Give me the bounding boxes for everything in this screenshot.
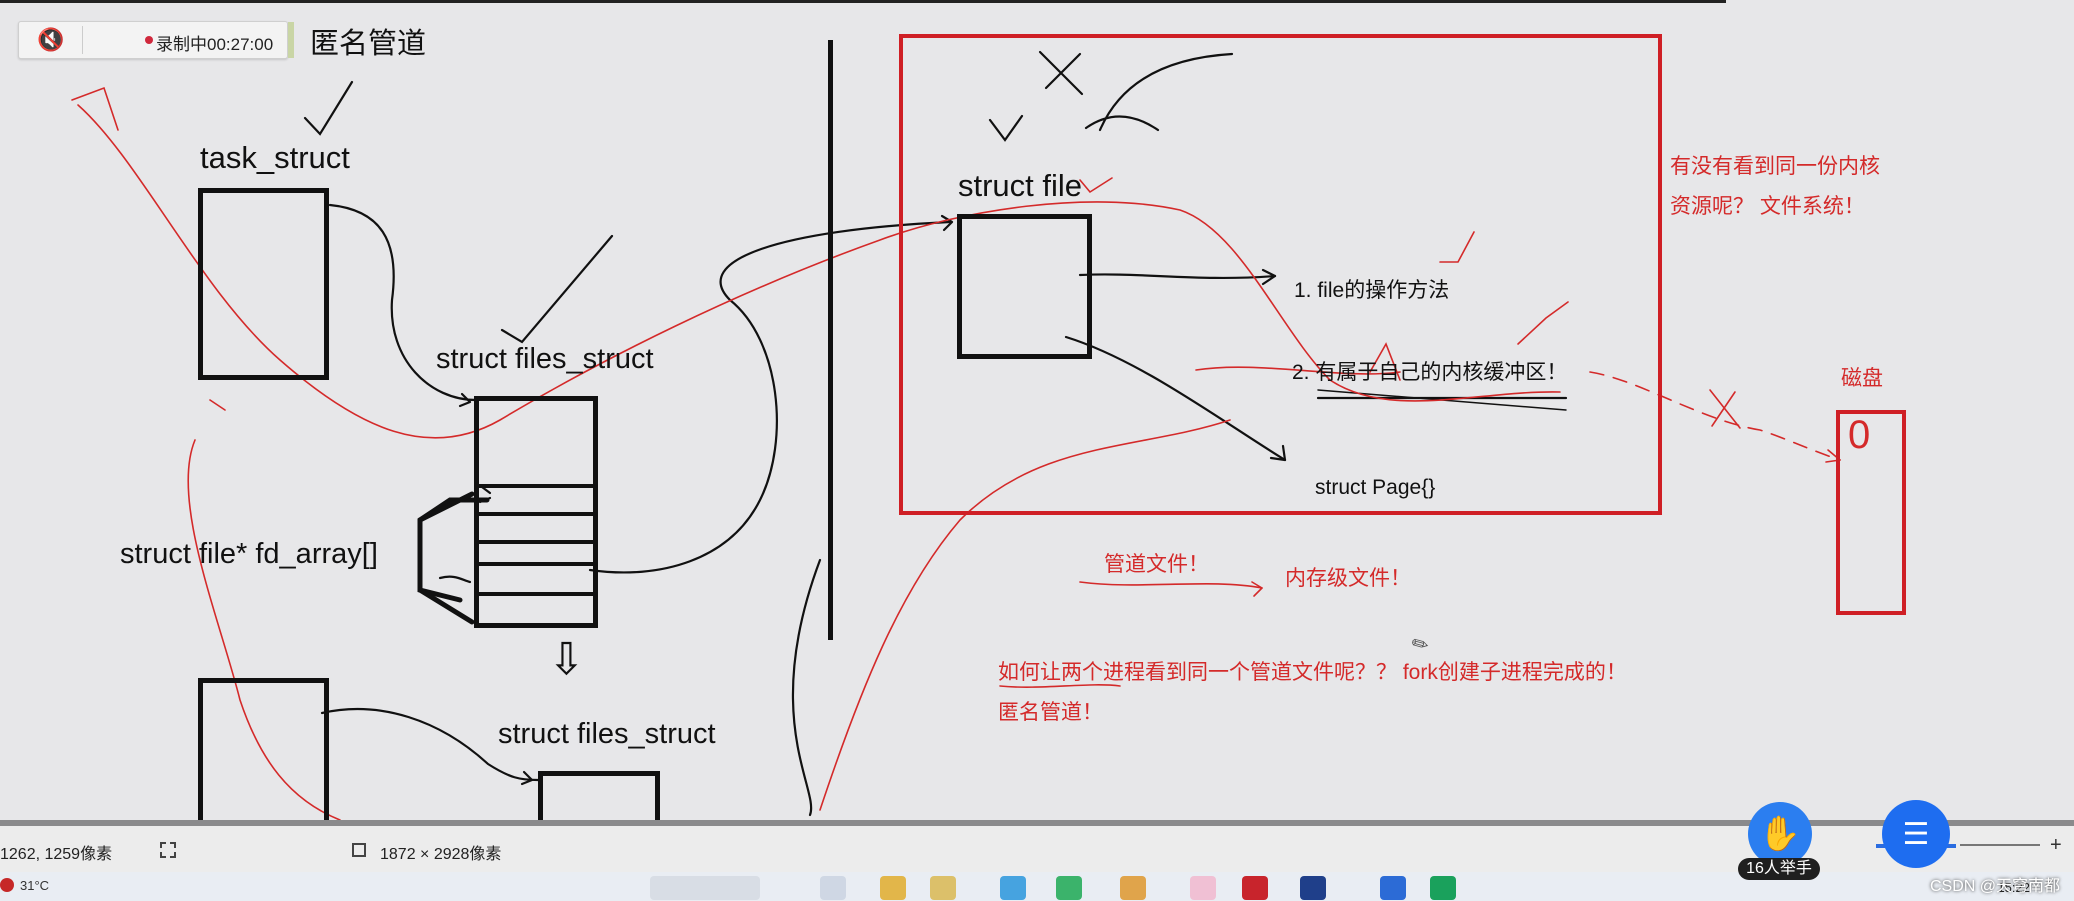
taskbar-app-icon[interactable]	[1430, 876, 1456, 900]
watermark: CSDN @天穹南都	[1929, 878, 2060, 895]
taskbar-app-icon[interactable]	[930, 876, 956, 900]
taskbar-app-icon[interactable]	[1056, 876, 1082, 900]
files-struct-label: struct files_struct	[436, 343, 654, 375]
fd-row-divider	[479, 562, 593, 566]
fd-row-divider	[479, 592, 593, 596]
fd-row-divider	[479, 540, 593, 544]
struct-page-label: struct Page{}	[1315, 476, 1436, 499]
task-struct-box	[198, 188, 329, 380]
raise-hand-button[interactable]: ✋	[1748, 802, 1812, 866]
struct-file-label: struct file	[958, 168, 1083, 203]
kernel-buffer-item: 2. 有属于自己的内核缓冲区！	[1292, 361, 1568, 384]
image-size: 1872 × 2928像素	[380, 846, 502, 863]
cursor-coords: 1262, 1259像素	[0, 846, 113, 863]
selection-icon[interactable]	[160, 842, 176, 858]
taskbar-app-icon[interactable]	[1300, 876, 1326, 900]
disk-box	[1836, 410, 1906, 615]
pipe-file-note: 管道文件！	[1104, 553, 1209, 576]
child-task-struct-box	[198, 678, 329, 828]
red-note-line-1: 有没有看到同一份内核	[1670, 155, 1880, 178]
taskbar-app-icon[interactable]	[1000, 876, 1026, 900]
zoom-in-icon[interactable]: +	[2050, 834, 2062, 857]
raise-hand-count: 16人举手	[1738, 858, 1820, 880]
taskbar-app-icon[interactable]	[820, 876, 846, 900]
files-struct-label-2: struct files_struct	[498, 718, 716, 750]
taskbar-search[interactable]	[650, 876, 760, 900]
crop-icon[interactable]	[352, 843, 366, 857]
weather-alert-icon[interactable]	[0, 878, 14, 892]
memory-file-note: 内存级文件！	[1285, 567, 1411, 590]
disk-label: 磁盘	[1841, 367, 1883, 390]
chat-bubble-icon: ☰	[1902, 817, 1930, 851]
raise-hand-icon: ✋	[1758, 815, 1802, 853]
zoom-slider-track[interactable]	[1960, 844, 2040, 846]
divider-line	[828, 40, 833, 640]
down-arrow-icon: ⇩	[548, 635, 585, 684]
anon-pipe-note: 匿名管道！	[998, 701, 1103, 724]
taskbar-app-icon[interactable]	[1380, 876, 1406, 900]
chat-button[interactable]: ☰	[1882, 800, 1950, 868]
red-note-line-2: 资源呢？ 文件系统！	[1670, 195, 1865, 218]
struct-file-box	[957, 214, 1092, 359]
disk-sector-mark: 0	[1848, 413, 1871, 457]
taskbar-app-icon[interactable]	[1242, 876, 1268, 900]
task-struct-label: task_struct	[200, 140, 350, 175]
file-ops-item: 1. file的操作方法	[1294, 279, 1450, 302]
taskbar-app-icon[interactable]	[1190, 876, 1216, 900]
whiteboard-canvas: 🔇 录制中00:27:00 匿名管道 task_struct struct fi…	[0, 0, 2074, 831]
taskbar-app-icon[interactable]	[1120, 876, 1146, 900]
fd-row-divider	[479, 512, 593, 516]
fd-array-label: struct file* fd_array[]	[120, 538, 378, 570]
weather-temp[interactable]: 31°C	[20, 878, 49, 893]
question-note: 如何让两个进程看到同一个管道文件呢？？ fork创建子进程完成的！	[998, 661, 1627, 684]
taskbar-app-icon[interactable]	[880, 876, 906, 900]
fd-row-divider	[479, 484, 593, 488]
